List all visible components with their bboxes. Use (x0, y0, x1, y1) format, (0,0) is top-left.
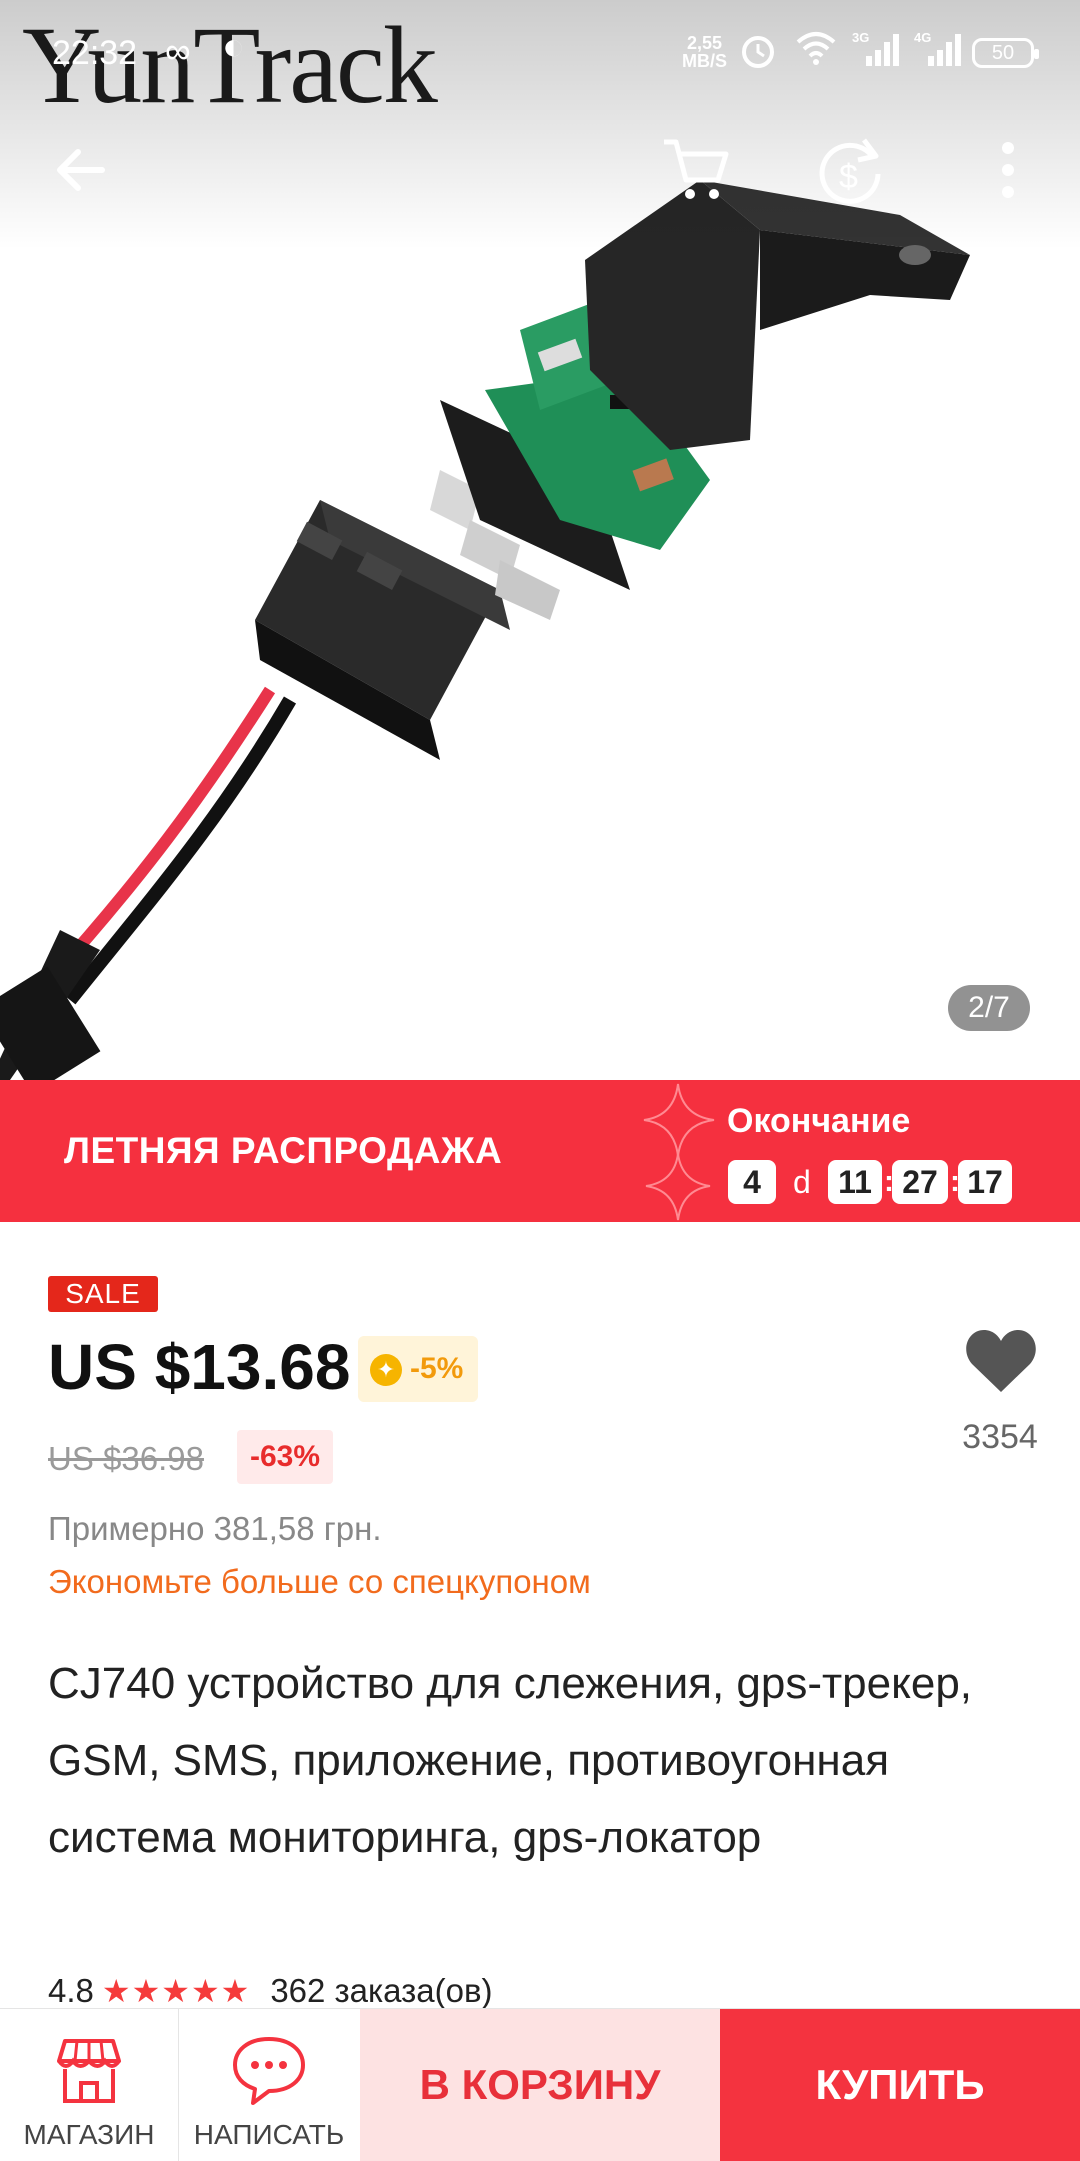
coin-discount-badge[interactable]: ✦ -5% (358, 1336, 478, 1402)
coin-discount-value: -5% (410, 1352, 464, 1385)
sparkle-decoration-icon (643, 1083, 715, 1221)
wifi-icon (796, 32, 836, 65)
svg-text:$: $ (839, 158, 858, 196)
signal-3g-icon: 3G (852, 30, 899, 66)
battery-icon: 50 (972, 38, 1039, 68)
orders-count: 362 заказа(ов) (270, 1972, 493, 2009)
coupon-link[interactable]: Экономьте больше со спецкупоном (48, 1563, 591, 1601)
original-price: US $36.98 (48, 1440, 204, 1477)
bottom-action-bar: МАГАЗИН НАПИСАТЬ В КОРЗИНУ КУПИТЬ (0, 2008, 1080, 2161)
store-label: МАГАЗИН (23, 2119, 155, 2150)
countdown-seconds: 17 (958, 1160, 1012, 1204)
signal-4g-icon: 4G (914, 30, 961, 66)
status-time: 22:32 (52, 34, 138, 72)
network-speed: 2,55 MB/S (682, 33, 727, 71)
moon-icon: ◐ (222, 26, 245, 68)
rating-value: 4.8 (48, 1972, 94, 2009)
store-icon (57, 2039, 121, 2103)
rating-stars-icon: ★★★★★ (101, 1973, 251, 2009)
product-gallery[interactable]: YunTrack 22:32 ∞ ◐ 2,55 MB/S 3G 4G 50 $ … (0, 0, 1080, 1080)
more-vert-icon[interactable] (968, 130, 1048, 210)
rating-row[interactable]: 4.8 ★★★★★ 362 заказа(ов) (48, 1972, 493, 2012)
countdown-hours: 11 (828, 1160, 882, 1204)
heart-icon[interactable] (964, 1326, 1038, 1396)
product-title: CJ740 устройство для слежения, gps-треке… (48, 1659, 973, 1862)
discount-badge: -63% (237, 1430, 333, 1484)
sale-badge: SALE (48, 1276, 158, 1312)
current-price: US $13.68 (48, 1331, 351, 1403)
cart-icon[interactable] (656, 130, 736, 210)
countdown-days: 4 (728, 1160, 776, 1204)
countdown-label: Окончание (727, 1102, 911, 1140)
message-button[interactable]: НАПИСАТЬ (180, 2009, 358, 2161)
svg-text:3G: 3G (852, 30, 869, 45)
approx-price: Примерно 381,58 грн. (48, 1510, 382, 1547)
message-label: НАПИСАТЬ (193, 2119, 345, 2150)
sale-banner[interactable]: ЛЕТНЯЯ РАСПРОДАЖА Окончание 4 d 11 : 27 … (0, 1080, 1080, 1222)
sale-title: ЛЕТНЯЯ РАСПРОДАЖА (64, 1130, 503, 1171)
image-counter: 2/7 (948, 985, 1030, 1031)
store-button[interactable]: МАГАЗИН (0, 2009, 179, 2161)
wishlist-count: 3354 (962, 1418, 1038, 1456)
add-to-cart-button[interactable]: В КОРЗИНУ (360, 2009, 720, 2161)
coin-icon: ✦ (370, 1354, 402, 1386)
countdown-days-unit: d (793, 1164, 811, 1200)
alarm-icon (742, 36, 774, 68)
dollar-share-icon[interactable]: $ (812, 130, 892, 210)
status-bar: 22:32 ∞ ◐ 2,55 MB/S 3G 4G 50 (0, 0, 1080, 100)
buy-now-button[interactable]: КУПИТЬ (720, 2009, 1080, 2161)
back-arrow-icon[interactable] (42, 130, 122, 210)
infinity-icon: ∞ (165, 30, 191, 71)
svg-text:4G: 4G (914, 30, 931, 45)
chat-icon (233, 2037, 305, 2105)
countdown-minutes: 27 (892, 1160, 948, 1204)
